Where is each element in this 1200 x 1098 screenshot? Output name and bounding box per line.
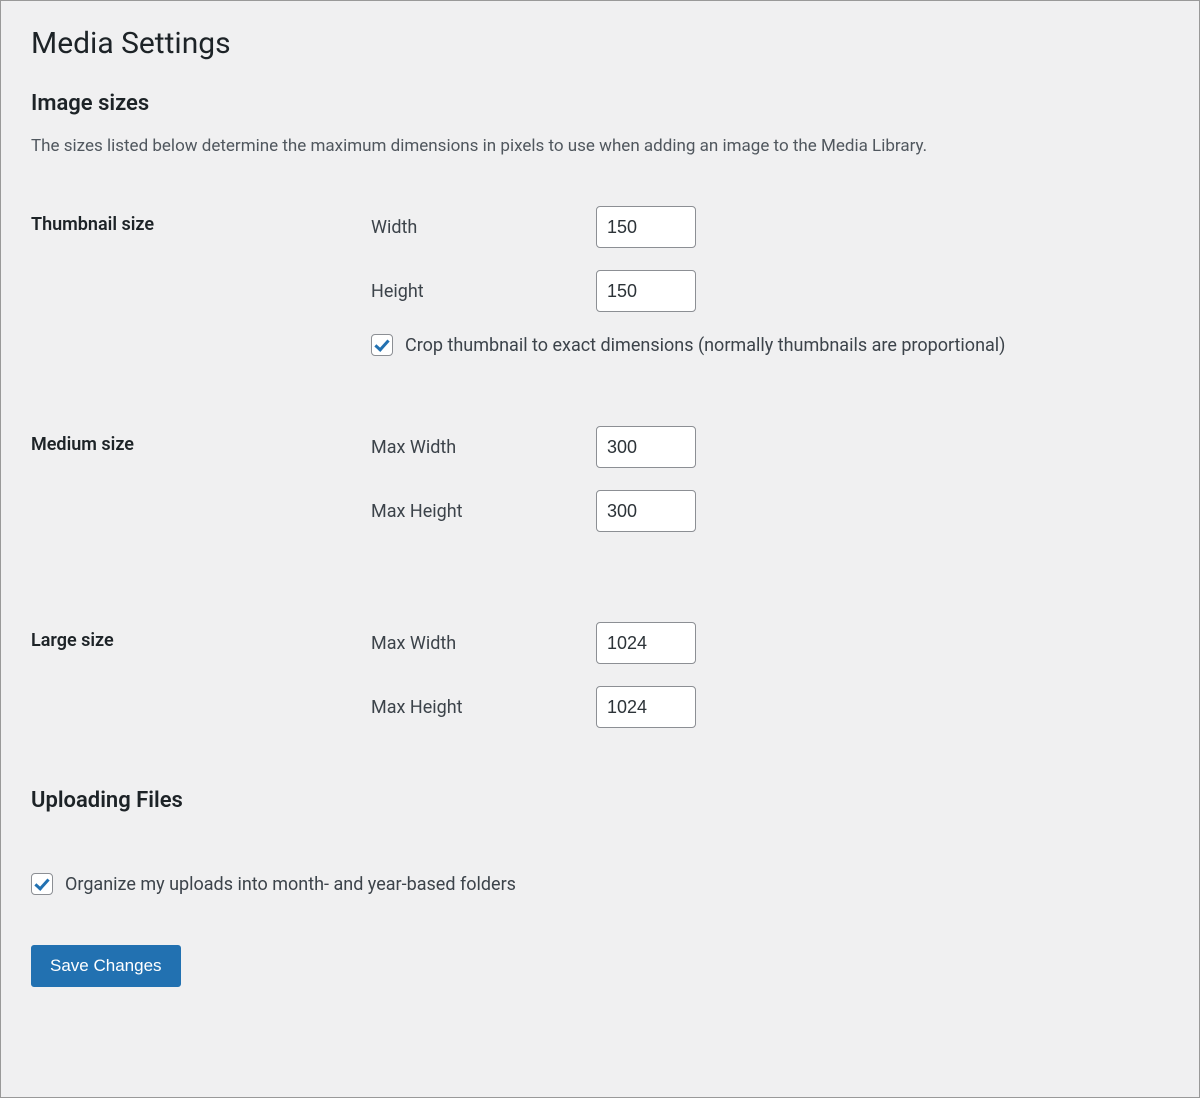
page-title: Media Settings bbox=[31, 26, 1169, 61]
large-max-width-label: Max Width bbox=[371, 633, 596, 654]
large-size-label: Large size bbox=[31, 612, 371, 738]
uploading-files-heading: Uploading Files bbox=[31, 788, 1169, 813]
medium-size-label: Medium size bbox=[31, 416, 371, 542]
large-max-height-input[interactable] bbox=[596, 686, 696, 728]
medium-max-height-input[interactable] bbox=[596, 490, 696, 532]
thumbnail-size-label: Thumbnail size bbox=[31, 196, 371, 366]
thumbnail-height-label: Height bbox=[371, 281, 596, 302]
medium-max-width-input[interactable] bbox=[596, 426, 696, 468]
medium-max-height-label: Max Height bbox=[371, 501, 596, 522]
thumbnail-crop-label: Crop thumbnail to exact dimensions (norm… bbox=[405, 335, 1005, 356]
medium-max-width-label: Max Width bbox=[371, 437, 596, 458]
large-max-height-label: Max Height bbox=[371, 697, 596, 718]
image-sizes-table: Thumbnail size Width Height Crop thumbna… bbox=[31, 196, 1169, 738]
large-max-width-input[interactable] bbox=[596, 622, 696, 664]
image-sizes-heading: Image sizes bbox=[31, 91, 1169, 116]
image-sizes-description: The sizes listed below determine the max… bbox=[31, 136, 1169, 156]
organize-uploads-checkbox[interactable] bbox=[31, 873, 53, 895]
thumbnail-crop-checkbox[interactable] bbox=[371, 334, 393, 356]
thumbnail-height-input[interactable] bbox=[596, 270, 696, 312]
thumbnail-width-label: Width bbox=[371, 217, 596, 238]
save-changes-button[interactable]: Save Changes bbox=[31, 945, 181, 987]
thumbnail-width-input[interactable] bbox=[596, 206, 696, 248]
organize-uploads-label: Organize my uploads into month- and year… bbox=[65, 874, 516, 895]
